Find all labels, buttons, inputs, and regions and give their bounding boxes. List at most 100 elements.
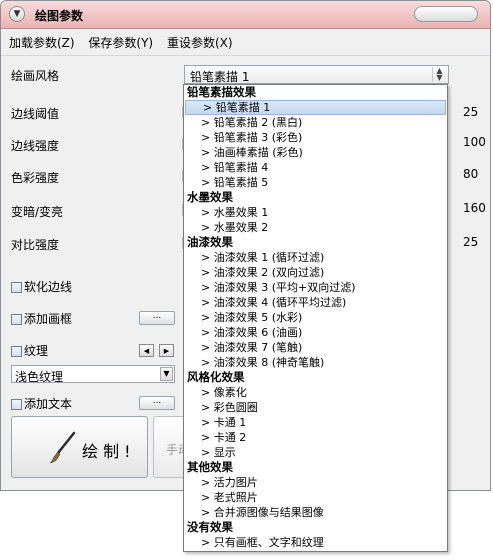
dropdown-option[interactable]: > 水墨效果 1 [184, 205, 447, 220]
menu-bar: 加载参数(Z) 保存参数(Y) 重设参数(X) [9, 34, 243, 50]
option-prefix: > [201, 506, 214, 519]
option-label: 铅笔素描 4 [213, 161, 269, 174]
dropdown-option[interactable]: > 油画棒素描 (彩色) [184, 145, 447, 160]
option-label: 油漆效果 4 (循环平均过滤) [213, 296, 347, 309]
dropdown-option[interactable]: > 油漆效果 5 (水彩) [184, 310, 447, 325]
brush-icon [49, 431, 76, 464]
dropdown-option[interactable]: > 铅笔素描 5 [184, 175, 447, 190]
dropdown-option[interactable]: > 油漆效果 8 (神奇笔触) [184, 355, 447, 370]
option-label: 彩色圆圈 [213, 401, 258, 414]
option-prefix: > [201, 206, 214, 219]
add-text-label: 添加文本 [24, 397, 73, 411]
dropdown-option[interactable]: > 只有画框、文字和纹理 [184, 535, 447, 550]
texture-label: 纹理 [24, 344, 49, 358]
checkbox-icon [11, 346, 22, 357]
style-select[interactable]: 铅笔素描 1 ▲ ▼ [184, 65, 449, 84]
title-bar: ▼ 绘图参数 [1, 1, 490, 29]
frame-browse-button[interactable]: ... [139, 311, 175, 325]
option-prefix: > [201, 266, 214, 279]
option-label: 油漆效果 2 (双向过滤) [213, 266, 325, 279]
edge-strength-label: 边线强度 [11, 139, 60, 153]
option-label: 只有画框、文字和纹理 [213, 536, 324, 549]
texture-next-button[interactable]: ▶ [159, 344, 174, 357]
edge-threshold-value: 25 [463, 105, 479, 119]
option-label: 合并源图像与结果图像 [213, 506, 324, 519]
chevron-down-icon: ▼ [160, 367, 173, 381]
dropdown-option[interactable]: > 铅笔素描 2 (黑白) [184, 115, 447, 130]
style-dropdown-list[interactable]: 铅笔素描效果 > 铅笔素描 1 > 铅笔素描 2 (黑白) > 铅笔素描 3 (彩色)… [183, 84, 448, 552]
draw-button[interactable]: 绘 制 ! [11, 416, 148, 478]
dropdown-option[interactable]: > 铅笔素描 1 [185, 100, 446, 115]
dropdown-option[interactable]: > 彩色圆圈 [184, 400, 447, 415]
dropdown-option[interactable]: > 水墨效果 2 [184, 220, 447, 235]
style-label: 绘画风格 [11, 69, 60, 83]
dropdown-option[interactable]: > 油漆效果 7 (笔触) [184, 340, 447, 355]
texture-select[interactable]: 浅色纹理 ▼ [11, 365, 175, 384]
soften-edges-label: 软化边线 [24, 280, 73, 294]
window-menu-icon[interactable]: ▼ [9, 6, 25, 22]
option-label: 铅笔素描 3 (彩色) [213, 131, 303, 144]
dropdown-option[interactable]: > 显示 [184, 445, 447, 460]
option-prefix: > [201, 176, 214, 189]
soften-edges-checkbox[interactable]: 软化边线 [11, 278, 72, 295]
dropdown-option[interactable]: > 卡通 1 [184, 415, 447, 430]
menu-load-params[interactable]: 加载参数(Z) [9, 36, 75, 50]
darken-lighten-value: 160 [463, 201, 486, 215]
option-prefix: > [201, 446, 214, 459]
dropdown-option[interactable]: > 合并源图像与结果图像 [184, 505, 447, 520]
dropdown-option[interactable]: > 老式照片 [184, 490, 447, 505]
dropdown-option[interactable]: > 油漆效果 3 (平均+双向过滤) [184, 280, 447, 295]
dropdown-option[interactable]: > 铅笔素描 4 [184, 160, 447, 175]
option-label: 油漆效果 3 (平均+双向过滤) [213, 281, 356, 294]
dropdown-option[interactable]: > 铅笔素描 3 (彩色) [184, 130, 447, 145]
checkbox-icon [11, 282, 22, 293]
menu-reset-params[interactable]: 重设参数(X) [167, 36, 233, 50]
dropdown-option[interactable]: > 油漆效果 6 (油画) [184, 325, 447, 340]
option-prefix: > [201, 251, 214, 264]
option-prefix: > [201, 536, 214, 549]
option-label: 水墨效果 2 [213, 221, 269, 234]
edge-threshold-label: 边线阈值 [11, 107, 60, 121]
option-prefix: > [201, 116, 214, 129]
option-label: 油漆效果 8 (神奇笔触) [213, 356, 325, 369]
dropdown-option[interactable]: > 油漆效果 4 (循环平均过滤) [184, 295, 447, 310]
manual-button[interactable]: 手动 [153, 416, 187, 478]
option-label: 卡通 1 [213, 416, 247, 429]
option-label: 油漆效果 7 (笔触) [213, 341, 303, 354]
text-browse-button[interactable]: ... [139, 396, 175, 410]
contrast-value: 25 [463, 235, 479, 249]
dropdown-group-header: 其他效果 [187, 460, 233, 474]
darken-lighten-label: 变暗/变亮 [11, 205, 64, 219]
dropdown-group-header: 油漆效果 [187, 235, 233, 249]
option-prefix: > [201, 161, 214, 174]
option-prefix: > [201, 281, 214, 294]
option-label: 老式照片 [213, 491, 258, 504]
dropdown-option[interactable]: > 油漆效果 2 (双向过滤) [184, 265, 447, 280]
option-prefix: > [201, 431, 214, 444]
window-controls[interactable] [414, 6, 478, 22]
menu-save-params[interactable]: 保存参数(Y) [88, 36, 153, 50]
option-label: 显示 [213, 446, 236, 459]
option-label: 铅笔素描 1 [215, 101, 271, 114]
texture-checkbox[interactable]: 纹理 [11, 342, 48, 359]
option-label: 铅笔素描 5 [213, 176, 269, 189]
option-label: 油画棒素描 (彩色) [213, 146, 303, 159]
color-strength-label: 色彩强度 [11, 171, 60, 185]
add-frame-label: 添加画框 [24, 312, 73, 326]
dropdown-option[interactable]: > 卡通 2 [184, 430, 447, 445]
option-label: 油漆效果 6 (油画) [213, 326, 303, 339]
option-prefix: > [201, 131, 214, 144]
texture-prev-button[interactable]: ◀ [139, 344, 154, 357]
dropdown-option[interactable]: > 油漆效果 1 (循环过滤) [184, 250, 447, 265]
option-label: 水墨效果 1 [213, 206, 269, 219]
add-frame-checkbox[interactable]: 添加画框 [11, 310, 72, 327]
option-prefix: > [201, 491, 214, 504]
dropdown-group-header: 铅笔素描效果 [187, 85, 256, 99]
option-prefix: > [201, 476, 214, 489]
draw-button-label: 绘 制 ! [82, 442, 131, 461]
add-text-checkbox[interactable]: 添加文本 [11, 395, 72, 412]
color-strength-value: 80 [463, 167, 479, 181]
dropdown-option[interactable]: > 活力图片 [184, 475, 447, 490]
option-label: 活力图片 [213, 476, 258, 489]
dropdown-option[interactable]: > 像素化 [184, 385, 447, 400]
